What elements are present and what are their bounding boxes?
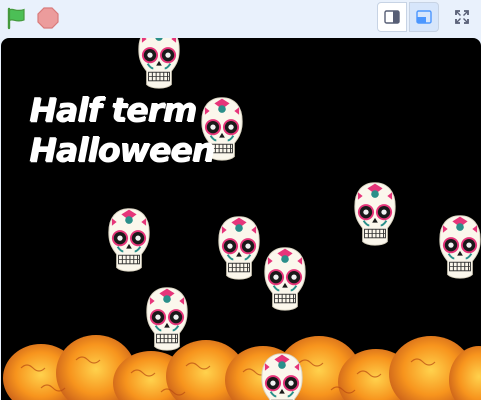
large-stage-button[interactable] (409, 2, 439, 32)
skull-sprite[interactable] (260, 352, 304, 400)
small-stage-button[interactable] (377, 2, 407, 32)
stage-toolbar (0, 0, 481, 36)
title-line-1: Half term (29, 90, 197, 129)
skull-sprite[interactable] (353, 181, 397, 247)
skull-sprite[interactable] (217, 215, 261, 281)
skull-sprite[interactable] (145, 286, 189, 352)
title-line-2: Halloween (29, 130, 215, 169)
skull-sprite[interactable] (107, 207, 151, 273)
skull-sprite[interactable] (263, 246, 307, 312)
large-stage-icon (416, 10, 432, 24)
fullscreen-button[interactable] (447, 2, 477, 32)
small-stage-icon (384, 10, 400, 24)
fullscreen-icon (455, 10, 469, 24)
green-flag-icon[interactable] (4, 6, 28, 30)
skull-sprite[interactable] (137, 38, 181, 90)
stage-canvas[interactable]: Half term Halloween (1, 38, 481, 400)
skull-sprite[interactable] (438, 214, 481, 280)
stage-title: Half term Halloween (29, 90, 215, 170)
stop-sign-icon[interactable] (36, 6, 60, 30)
marigold-flowers (3, 335, 481, 400)
